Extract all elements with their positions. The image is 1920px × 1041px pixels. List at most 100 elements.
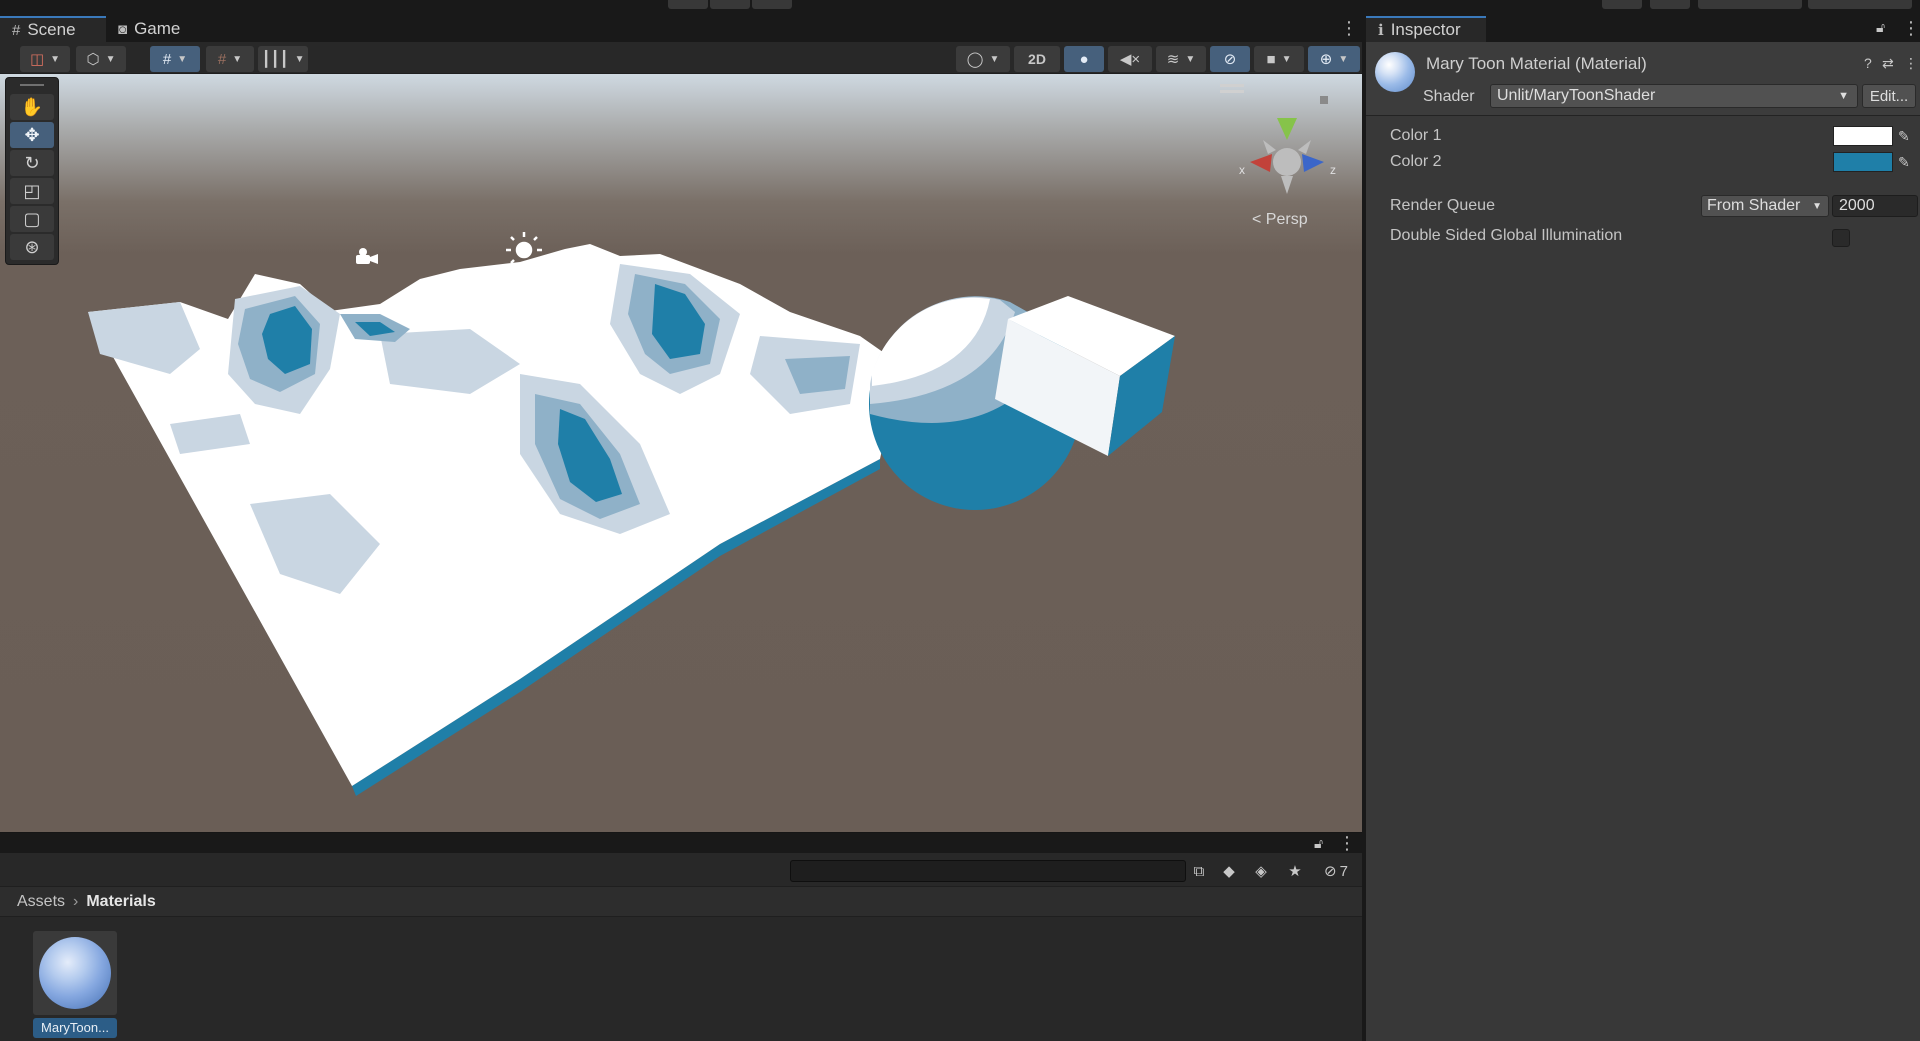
scale-tool[interactable]: ◰ xyxy=(10,178,54,204)
render-queue-dropdown[interactable]: From Shader ▼ xyxy=(1701,195,1829,217)
kebab-menu-icon[interactable]: ⋮ xyxy=(1338,834,1356,852)
shading-mode-dropdown[interactable]: ◯ ▼ xyxy=(956,46,1010,72)
toggle-2d-button[interactable]: 2D xyxy=(1014,46,1060,72)
ruler-icon: ┃┃┃ xyxy=(261,51,289,68)
gizmos-dropdown[interactable]: ⊕ ▼ xyxy=(1308,46,1360,72)
tab-inspector-label: Inspector xyxy=(1390,20,1461,39)
dsgi-checkbox[interactable] xyxy=(1832,229,1850,247)
eyedropper-icon[interactable]: ✎ xyxy=(1898,154,1910,171)
chevron-down-icon: ▼ xyxy=(294,53,305,65)
rotate-tool[interactable]: ↻ xyxy=(10,150,54,176)
filter-type-button[interactable]: ◆ xyxy=(1216,860,1242,882)
edit-shader-button[interactable]: Edit... xyxy=(1862,84,1916,108)
camera-settings-dropdown[interactable]: ■ ▼ xyxy=(1254,46,1304,72)
history-button[interactable] xyxy=(1602,0,1642,9)
kebab-menu-icon[interactable]: ⋮ xyxy=(1904,55,1918,72)
lock-icon[interactable]: 🔓︎ xyxy=(1876,19,1885,36)
help-icon[interactable]: ? xyxy=(1864,55,1872,71)
breadcrumb-materials[interactable]: Materials xyxy=(86,893,155,911)
scene-panel: # Scene ◙ Game ⋮ ◫ ▼ ⬡ ▼ # ▼ # ▼ ┃┃┃ ▼ ◯ ▼ 2D … xyxy=(0,14,1362,832)
edit-label: Edit... xyxy=(1869,87,1909,105)
gizmo-x-label: x xyxy=(1239,163,1245,177)
gamepad-icon: ◙ xyxy=(118,20,128,38)
search-options-icon: ⧉ xyxy=(1193,862,1205,880)
tab-scene-label: Scene xyxy=(27,20,76,39)
rotate-icon: ↻ xyxy=(24,152,40,173)
inspector-panel: ℹ Inspector 🔓︎ ⋮ Mary Toon Material (Mat… xyxy=(1366,14,1920,1041)
chevron-down-icon: ▼ xyxy=(1185,53,1196,65)
project-toolbar: ⌕ ⧉ ◆ ◈ ★ ⊘7 xyxy=(0,853,1362,887)
material-sphere-icon xyxy=(39,937,111,1009)
snap-settings-dropdown[interactable]: ┃┃┃ ▼ xyxy=(258,46,308,72)
draw-mode-icon: ◫ xyxy=(29,51,45,68)
tab-scene[interactable]: # Scene xyxy=(0,16,106,42)
increment-snap-dropdown[interactable]: # ▼ xyxy=(206,46,254,72)
grid-snap-dropdown[interactable]: # ▼ xyxy=(150,46,200,72)
transform-icon: ⊛ xyxy=(24,236,40,257)
chevron-down-icon: ▼ xyxy=(177,53,188,65)
lighting-toggle[interactable]: ● xyxy=(1064,46,1104,72)
asset-grid: MaryToon... xyxy=(0,918,1362,1041)
pause-button[interactable] xyxy=(710,0,750,9)
asset-thumbnail[interactable] xyxy=(33,931,117,1015)
search-options-button[interactable]: ⧉ xyxy=(1186,860,1212,882)
color1-swatch[interactable] xyxy=(1833,126,1893,146)
favorites-button[interactable]: ★ xyxy=(1282,860,1308,882)
dsgi-label: Double Sided Global Illumination xyxy=(1390,227,1623,244)
search-input[interactable] xyxy=(790,860,1186,882)
sphere-shading-icon: ◯ xyxy=(966,51,984,68)
rect-transform-icon: ▢ xyxy=(23,208,41,229)
preset-icon[interactable]: ⇄ xyxy=(1882,55,1894,72)
filter-label-button[interactable]: ◈ xyxy=(1248,860,1274,882)
play-button[interactable] xyxy=(668,0,708,9)
camera-mode-label[interactable]: < Persp xyxy=(1252,211,1308,229)
scene-render: x z xyxy=(88,84,1336,796)
move-arrows-icon: ✥ xyxy=(24,124,40,145)
shader-label: Shader xyxy=(1423,88,1475,105)
snap-grid-icon: # xyxy=(217,50,227,68)
chevron-down-icon: ▼ xyxy=(1838,90,1849,102)
eyedropper-icon[interactable]: ✎ xyxy=(1898,128,1910,145)
kebab-menu-icon[interactable]: ⋮ xyxy=(1340,19,1358,37)
breadcrumb-assets[interactable]: Assets xyxy=(17,893,65,911)
tab-inspector[interactable]: ℹ Inspector xyxy=(1366,16,1486,42)
search-button[interactable] xyxy=(1650,0,1690,9)
rect-tool[interactable]: ▢ xyxy=(10,206,54,232)
scene-toolbar: ◫ ▼ ⬡ ▼ # ▼ # ▼ ┃┃┃ ▼ ◯ ▼ 2D ● ◀× ≋ ▼ ⊘ ■ ▼ ⊕ ▼ xyxy=(0,42,1362,74)
layout-dropdown[interactable] xyxy=(1808,0,1912,9)
chevron-down-icon: ▼ xyxy=(232,53,243,65)
render-mode-dropdown[interactable]: ⬡ ▼ xyxy=(76,46,126,72)
audio-toggle[interactable]: ◀× xyxy=(1108,46,1152,72)
eye-slash-icon: ⊘ xyxy=(1223,51,1237,68)
grid-hash-icon: # xyxy=(12,21,21,39)
hidden-count: 7 xyxy=(1339,862,1348,880)
kebab-menu-icon[interactable]: ⋮ xyxy=(1902,19,1920,37)
info-icon: ℹ xyxy=(1378,22,1384,39)
color2-label: Color 2 xyxy=(1390,153,1442,170)
color2-swatch[interactable] xyxy=(1833,152,1893,172)
lock-icon[interactable]: 🔓︎ xyxy=(1314,835,1323,852)
inspector-tab-bar: ℹ Inspector 🔓︎ ⋮ xyxy=(1366,14,1920,42)
render-queue-field[interactable] xyxy=(1832,195,1918,217)
scale-icon: ◰ xyxy=(23,180,41,201)
asset-label[interactable]: MaryToon... xyxy=(33,1018,117,1038)
transform-tool[interactable]: ⊛ xyxy=(10,234,54,260)
shader-dropdown[interactable]: Unlit/MaryToonShader ▼ xyxy=(1490,84,1858,108)
scene-viewport[interactable]: x z ✋ ✥ ↻ ◰ ▢ ⊛ < Persp xyxy=(0,74,1362,832)
layers-dropdown[interactable] xyxy=(1698,0,1802,9)
hand-tool[interactable]: ✋ xyxy=(10,94,54,120)
lock-icon[interactable] xyxy=(1320,96,1328,104)
step-button[interactable] xyxy=(752,0,792,9)
scene-tab-bar: # Scene ◙ Game ⋮ xyxy=(0,14,1362,42)
hidden-packages-button[interactable]: ⊘ 7 xyxy=(1314,860,1358,882)
tab-game-label: Game xyxy=(134,19,181,38)
palette-handle[interactable] xyxy=(20,84,44,86)
effects-dropdown[interactable]: ≋ ▼ xyxy=(1156,46,1206,72)
chevron-right-icon: › xyxy=(73,892,79,910)
draw-mode-dropdown[interactable]: ◫ ▼ xyxy=(20,46,70,72)
orientation-gizmo[interactable]: x z xyxy=(1220,84,1336,194)
hidden-objects-toggle[interactable]: ⊘ xyxy=(1210,46,1250,72)
tab-game[interactable]: ◙ Game xyxy=(106,16,206,42)
move-tool[interactable]: ✥ xyxy=(10,122,54,148)
star-icon: ★ xyxy=(1288,863,1302,880)
